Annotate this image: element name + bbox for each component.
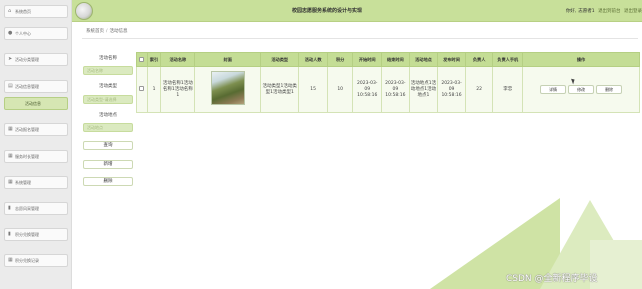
column-header: 开始时间 — [352, 52, 383, 67]
cell-type: 活动类型1活动类型1活动类型1 — [260, 66, 300, 113]
label-activity-name: 活动名称 — [99, 56, 117, 61]
user-greeting: 你好, — [565, 9, 577, 14]
sidebar-item-points-exchange[interactable]: ▮ 积分兑换管理 — [4, 228, 68, 241]
detail-button[interactable]: 详情 — [540, 85, 567, 94]
sidebar-item-label: 活动信息 — [25, 101, 41, 106]
cell-place: 活动地点1活动地点1活动地点1 — [408, 66, 439, 113]
column-header: 结束时间 — [381, 52, 410, 67]
row-checkbox[interactable] — [139, 86, 145, 91]
column-header: 积分 — [326, 52, 354, 67]
sidebar-item-points-record[interactable]: ▦ 积分兑换记录 — [4, 254, 68, 267]
top-header: 校园志愿服务系统的设计与实现 你好, 志愿者1 退出到前台 退出登录 — [72, 0, 642, 22]
sidebar-item-label: 活动分类管理 — [15, 57, 39, 62]
sidebar-item-activity-info[interactable]: 活动信息 — [4, 97, 68, 110]
page-title: 校园志愿服务系统的设计与实现 — [292, 8, 363, 14]
sidebar-item-label: 活动信息管理 — [15, 84, 39, 89]
sidebar-item-label: 服务时长管理 — [15, 154, 39, 159]
sidebar-item-label: 积分兑换管理 — [15, 232, 39, 237]
column-header: 索引 — [146, 52, 162, 67]
bar-chart-icon: ▮ — [8, 231, 11, 237]
table-row: 1 活动名称1活动名称1活动名称1 活动类型1活动类型1活动类型1 15 10 … — [136, 66, 640, 113]
column-header: 活动名称 — [160, 52, 196, 67]
activity-place-input[interactable]: 活动地点 — [83, 123, 133, 132]
cell-start: 2023-03-09 10:58:16 — [352, 66, 383, 113]
delete-row-button[interactable]: 删除 — [596, 85, 623, 94]
label-activity-place: 活动地点 — [99, 113, 117, 118]
sidebar-item-signup-management[interactable]: ▦ 活动报名管理 — [4, 123, 68, 136]
cell-leader: 22 — [464, 66, 494, 113]
archive-icon: ▤ — [8, 83, 13, 89]
add-button[interactable]: 新增 — [83, 160, 133, 169]
sidebar-item-label: 积分兑换记录 — [15, 258, 39, 263]
sidebar-item-profile[interactable]: ● 个人中心 — [4, 27, 68, 40]
front-page-link[interactable]: 退出到前台 — [598, 9, 621, 14]
divider — [82, 38, 638, 39]
activity-name-input[interactable]: 活动名称 — [83, 66, 133, 75]
column-header: 操作 — [522, 52, 640, 67]
column-header: 负责人 — [464, 52, 494, 67]
breadcrumb: 系统首页 / 活动信息 — [86, 28, 128, 34]
breadcrumb-separator: / — [106, 29, 108, 34]
cover-image — [210, 71, 245, 105]
cell-phone: 李忠 — [492, 66, 524, 113]
home-icon: ⌂ — [8, 8, 12, 14]
column-header: 发布时间 — [437, 52, 466, 67]
sidebar-item-label: 个人中心 — [15, 31, 31, 36]
cell-points: 10 — [326, 66, 354, 113]
sidebar: ⌂ 系统首页 ● 个人中心 ➤ 活动分类管理 ▤ 活动信息管理 活动信息 ▦ 活… — [0, 0, 72, 289]
column-header: 活动人数 — [298, 52, 328, 67]
sidebar-item-label: 活动报名管理 — [15, 127, 39, 132]
data-table: 索引 活动名称 封面 活动类型 活动人数 积分 开始时间 结束时间 活动地点 发… — [136, 52, 640, 113]
cell-end: 2023-03-09 10:58:16 — [381, 66, 410, 113]
breadcrumb-home[interactable]: 系统首页 — [86, 29, 104, 34]
app-root: ⌂ 系统首页 ● 个人中心 ➤ 活动分类管理 ▤ 活动信息管理 活动信息 ▦ 活… — [0, 0, 642, 289]
logo — [75, 2, 93, 20]
sidebar-item-system[interactable]: ▦ 系统管理 — [4, 176, 68, 189]
column-header: 封面 — [194, 52, 262, 67]
send-icon: ➤ — [8, 56, 13, 62]
sidebar-item-label: 系统首页 — [15, 9, 31, 14]
column-header: 负责人手机 — [492, 52, 524, 67]
select-all-header[interactable] — [136, 52, 148, 67]
sidebar-item-volunteer-showcase[interactable]: ▮ 志愿风采管理 — [4, 202, 68, 215]
grid-icon: ▦ — [8, 126, 13, 132]
sidebar-item-service-hours[interactable]: ▦ 服务时长管理 — [4, 150, 68, 163]
table-header-row: 索引 活动名称 封面 活动类型 活动人数 积分 开始时间 结束时间 活动地点 发… — [136, 52, 640, 67]
cell-index: 1 — [146, 66, 162, 113]
user-icon: ● — [8, 30, 13, 36]
column-header: 活动类型 — [260, 52, 300, 67]
select-all-checkbox[interactable] — [139, 57, 145, 63]
user-name: 志愿者1 — [578, 9, 595, 14]
query-button[interactable]: 查询 — [83, 141, 133, 150]
delete-button[interactable]: 删除 — [83, 177, 133, 186]
breadcrumb-current: 活动信息 — [109, 29, 128, 34]
user-info: 你好, 志愿者1 退出到前台 退出登录 — [564, 8, 642, 14]
sidebar-item-home[interactable]: ⌂ 系统首页 — [4, 5, 68, 18]
column-header: 活动地点 — [408, 52, 439, 67]
grid-icon: ▦ — [8, 257, 13, 263]
watermark: CSDN @全新程序毕设 — [506, 274, 598, 284]
sidebar-item-label: 系统管理 — [15, 180, 31, 185]
grid-icon: ▦ — [8, 179, 13, 185]
cell-publish: 2023-03-09 10:58:16 — [437, 66, 466, 113]
row-select-cell[interactable] — [136, 66, 148, 113]
activity-type-select[interactable]: 活动类型-请选择 — [83, 95, 133, 104]
logout-link[interactable]: 退出登录 — [624, 9, 642, 14]
sidebar-item-activity-category[interactable]: ➤ 活动分类管理 — [4, 53, 68, 66]
sidebar-item-activity-info-management[interactable]: ▤ 活动信息管理 — [4, 80, 68, 93]
grid-icon: ▦ — [8, 153, 13, 159]
cell-people: 15 — [298, 66, 328, 113]
chart-icon: ▮ — [8, 205, 11, 211]
edit-button[interactable]: 修改 — [568, 85, 595, 94]
cell-actions: 详情 修改 删除 — [522, 66, 640, 113]
cell-cover — [194, 66, 262, 113]
label-activity-type: 活动类型 — [99, 84, 117, 89]
cell-name: 活动名称1活动名称1活动名称1 — [160, 66, 196, 113]
sidebar-item-label: 志愿风采管理 — [15, 206, 39, 211]
